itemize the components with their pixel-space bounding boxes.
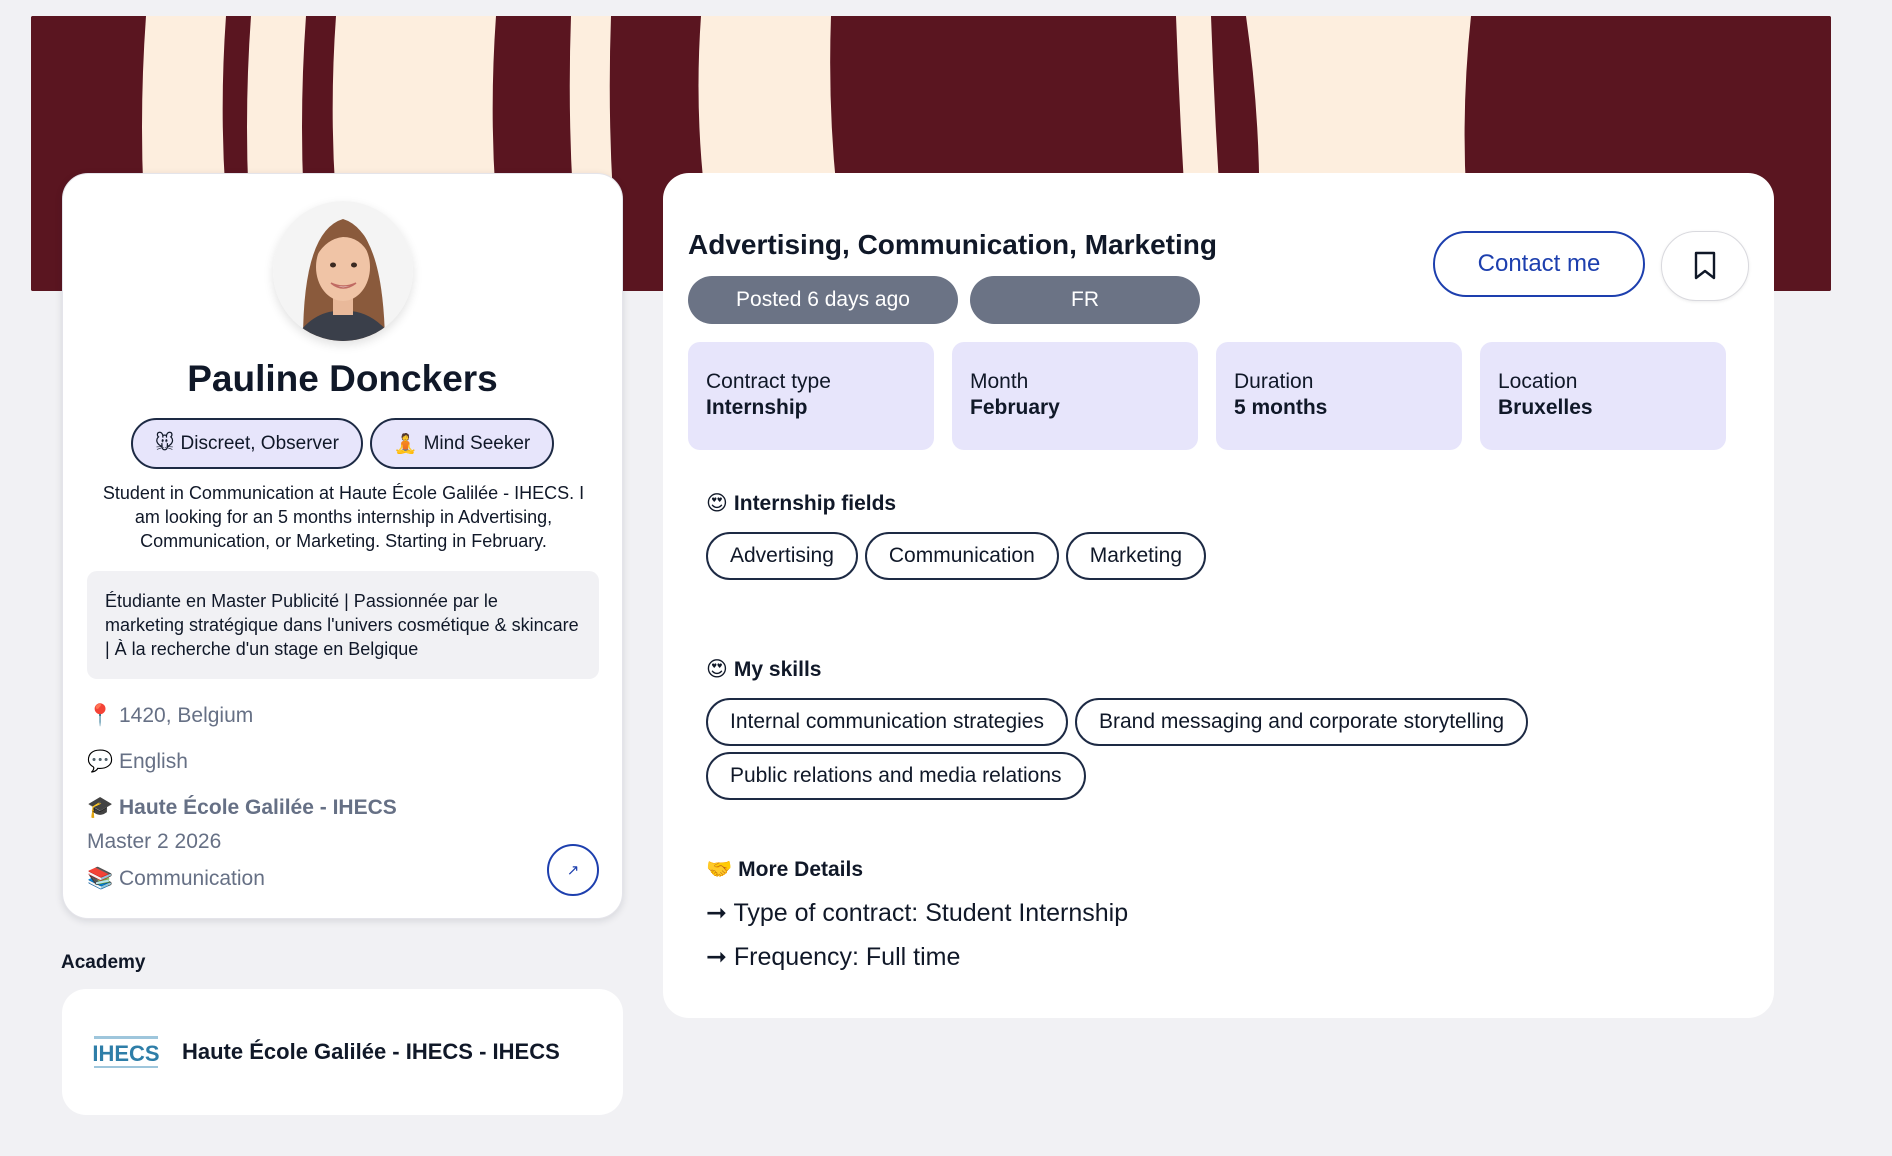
- stat-label: Location: [1498, 370, 1578, 393]
- academy-name: Haute École Galilée - IHECS - IHECS: [182, 1039, 560, 1064]
- stat-value: 5 months: [1234, 396, 1328, 419]
- personality-badges: 🐭 Discreet, Observer 🧘 Mind Seeker: [63, 418, 622, 469]
- profile-card: Pauline Donckers 🐭 Discreet, Observer 🧘 …: [62, 173, 623, 919]
- listing-title: Advertising, Communication, Marketing: [688, 229, 1217, 260]
- badge-label: Mind Seeker: [423, 432, 531, 454]
- section-title-text: My skills: [733, 657, 822, 681]
- stat-value: Internship: [706, 396, 808, 419]
- books-icon: 📚: [87, 867, 114, 890]
- stat-label: Duration: [1234, 370, 1314, 393]
- detail-frequency: ➞ Frequency: Full time: [706, 943, 961, 971]
- pin-icon: 📍: [87, 704, 114, 727]
- internship-fields-title: 😍 Internship fields: [706, 491, 896, 516]
- more-details-title: 🤝 More Details: [706, 858, 863, 882]
- profile-headline: Étudiante en Master Publicité | Passionn…: [87, 571, 599, 679]
- avatar: [273, 201, 413, 341]
- stat-contract-type: Contract type Internship: [688, 342, 934, 450]
- section-title-text: Internship fields: [733, 491, 897, 515]
- mouse-icon: 🐭: [154, 433, 175, 454]
- skills-title: 😍 My skills: [706, 657, 821, 682]
- posted-badge: Posted 6 days ago: [688, 276, 958, 324]
- field-row: 📚 Communication: [87, 867, 265, 891]
- skill-chip[interactable]: Brand messaging and corporate storytelli…: [1075, 698, 1529, 746]
- arrow-up-right-icon: ↗: [566, 862, 580, 879]
- graduation-cap-icon: 🎓: [87, 796, 114, 819]
- speech-bubble-icon: 💬: [87, 750, 114, 773]
- stat-month: Month February: [952, 342, 1198, 450]
- handshake-icon: 🤝: [706, 858, 733, 881]
- stat-label: Month: [970, 370, 1029, 393]
- location-row: 📍 1420, Belgium: [87, 704, 253, 728]
- skills-list-row-2: Public relations and media relations: [706, 752, 1086, 800]
- field-chip[interactable]: Marketing: [1065, 532, 1206, 580]
- stat-location: Location Bruxelles: [1480, 342, 1726, 450]
- profile-bio: Student in Communication at Haute École …: [102, 483, 585, 551]
- section-title-text: More Details: [738, 858, 864, 881]
- detail-contract-type: ➞ Type of contract: Student Internship: [706, 899, 1129, 927]
- stat-duration: Duration 5 months: [1216, 342, 1462, 450]
- stat-value: February: [970, 396, 1060, 419]
- field-text: Communication: [119, 867, 265, 890]
- personality-badge[interactable]: 🐭 Discreet, Observer: [130, 418, 363, 469]
- skills-list-row-1: Internal communication strategies Brand …: [706, 698, 1529, 746]
- avatar-photo: [273, 201, 413, 341]
- contact-me-button[interactable]: Contact me: [1433, 231, 1645, 297]
- field-chip[interactable]: Communication: [864, 532, 1059, 580]
- stat-label: Contract type: [706, 370, 831, 393]
- bookmark-icon: [1694, 251, 1716, 280]
- profile-name: Pauline Donckers: [187, 358, 498, 399]
- heart-eyes-icon: 😍: [706, 492, 728, 515]
- academy-card[interactable]: IHECS Haute École Galilée - IHECS - IHEC…: [62, 989, 623, 1115]
- personality-badge[interactable]: 🧘 Mind Seeker: [369, 418, 555, 469]
- listing-card: Advertising, Communication, Marketing Po…: [663, 173, 1774, 1018]
- school-row: 🎓 Haute École Galilée - IHECS: [87, 796, 397, 820]
- language-row: 💬 English: [87, 750, 188, 774]
- open-profile-button[interactable]: ↗: [547, 844, 599, 896]
- ihecs-logo: IHECS: [92, 1036, 160, 1068]
- bookmark-button[interactable]: [1661, 231, 1749, 301]
- field-chip[interactable]: Advertising: [706, 532, 858, 580]
- degree-text: Master 2 2026: [87, 830, 222, 853]
- language-text: English: [119, 750, 188, 773]
- school-text: Haute École Galilée - IHECS: [119, 796, 397, 819]
- academy-label: Academy: [61, 952, 146, 973]
- skill-chip[interactable]: Internal communication strategies: [706, 698, 1068, 746]
- stat-value: Bruxelles: [1498, 396, 1593, 419]
- language-badge: FR: [970, 276, 1200, 324]
- internship-fields-list: Advertising Communication Marketing: [706, 532, 1206, 580]
- heart-eyes-icon: 😍: [706, 658, 728, 681]
- location-text: 1420, Belgium: [119, 704, 254, 727]
- logo-text: IHECS: [92, 1041, 159, 1066]
- meditation-icon: 🧘: [393, 433, 418, 455]
- badge-label: Discreet, Observer: [180, 432, 339, 454]
- skill-chip[interactable]: Public relations and media relations: [706, 752, 1086, 800]
